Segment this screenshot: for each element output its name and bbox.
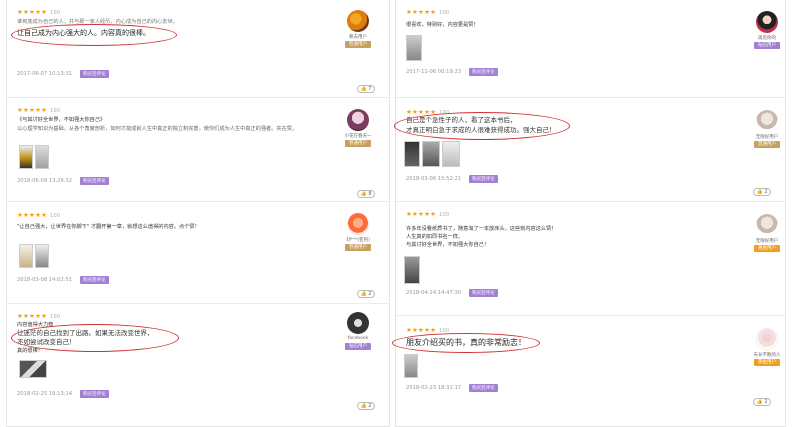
review-meta: 2017-11-06 00:19:23 购买后评论 bbox=[406, 68, 498, 76]
rating-stars: ★★★★★ 100 bbox=[406, 108, 450, 116]
review-photo[interactable] bbox=[19, 244, 33, 268]
rating-stars: ★★★★★ 100 bbox=[406, 210, 450, 218]
review-photo[interactable] bbox=[19, 360, 47, 378]
rating-stars: ★★★★★ 100 bbox=[17, 106, 61, 114]
review-photo[interactable] bbox=[35, 244, 49, 268]
review-text: 内容值得大力荐 bbox=[17, 322, 54, 328]
review-text-highlight: 让迷茫的自己找到了出路。如果无法改变世界， bbox=[17, 329, 154, 337]
like-button[interactable]: 👍 2 bbox=[753, 398, 771, 406]
like-button[interactable]: 👍 7 bbox=[357, 85, 375, 93]
like-button[interactable]: 👍 2 bbox=[357, 290, 375, 298]
avatar[interactable] bbox=[347, 213, 369, 235]
member-badge: 普通用户 bbox=[345, 41, 371, 48]
avatar[interactable] bbox=[347, 109, 369, 131]
review-item: ★★★★★ 100 《与其讨好全世界，不如强大你自己》 以心理学知识为基础，从各个… bbox=[7, 98, 389, 202]
like-button[interactable]: 👍 2 bbox=[357, 402, 375, 410]
review-meta: 2018-03-08 14:02:51 购买后评论 bbox=[17, 276, 109, 284]
avatar[interactable] bbox=[756, 11, 778, 33]
like-button[interactable]: 👍 2 bbox=[753, 188, 771, 196]
avatar[interactable] bbox=[756, 110, 778, 132]
member-badge: 普通用户 bbox=[345, 244, 371, 251]
review-text: "让自己强大，让世界在你脚下" 才翻开第一章，就想这么值得的内容。点个赞！ bbox=[17, 224, 200, 230]
review-meta: 2018-03-06 15:52:21 购买后评论 bbox=[406, 175, 498, 183]
review-item: ★★★★★ 100 很喜欢，特别好，内容更是赞！ 2017-11-06 00:19… bbox=[396, 0, 785, 98]
username[interactable]: 刘***(亚利) bbox=[336, 237, 380, 243]
review-text-highlight: 自己是个急性子的人，看了这本书后， bbox=[406, 116, 517, 124]
review-item: ★★★★★ 100 自己是个急性子的人，看了这本书后， 才真正明白急于求成的人很难… bbox=[394, 98, 785, 202]
review-item: ★★★★★ 100 许多年没看纸质书了，随意淘了一本放床头，这些刻内容这么赞！ 人… bbox=[396, 202, 785, 316]
review-text: 很喜欢，特别好，内容更是赞！ bbox=[406, 22, 479, 28]
rating-stars: ★★★★★ 100 bbox=[17, 312, 61, 320]
member-badge: 黄金用户 bbox=[754, 245, 780, 252]
review-item: ★★★★★ 100 谁到底成为自己的人，并与那一家人经历，内心成为自己的内心去世。… bbox=[7, 0, 389, 98]
rating-stars: ★★★★★ 100 bbox=[406, 8, 450, 16]
rating-stars: ★★★★★ 100 bbox=[17, 8, 61, 16]
review-meta: 2018-02-23 18:31:17 购买后评论 bbox=[406, 384, 498, 392]
avatar[interactable] bbox=[756, 214, 778, 236]
member-badge: 钻石用户 bbox=[754, 42, 780, 49]
review-text: 与其讨好全世界，不如强大你自己！ bbox=[406, 242, 490, 248]
username[interactable]: 天长不散的人 bbox=[745, 352, 789, 358]
review-text-highlight: 不如尝试改变自己！ bbox=[17, 338, 76, 346]
review-photo[interactable] bbox=[404, 141, 420, 167]
avatar[interactable] bbox=[347, 10, 369, 32]
review-photo[interactable] bbox=[406, 35, 422, 61]
rating-stars: ★★★★★ 100 bbox=[17, 211, 61, 219]
review-text-highlight: 让自己成为内心强大的人。内容真的很棒。 bbox=[17, 29, 150, 37]
review-photo[interactable] bbox=[19, 145, 33, 169]
review-photo[interactable] bbox=[404, 354, 418, 378]
review-text: 以心理学知识为基础，从各个角度剖析，如何才能成就人生中真正的独立和完善，使你们成… bbox=[17, 126, 298, 132]
review-column-left: ★★★★★ 100 谁到底成为自己的人，并与那一家人经历，内心成为自己的内心去世。… bbox=[6, 0, 390, 427]
review-item: ★★★★★ 100 朋友介绍买的书，真的非常励志！ 2018-02-23 18:3… bbox=[392, 316, 785, 416]
review-text-highlight: 才真正明白急于求成的人很难获得成功。强大自己！ bbox=[406, 126, 556, 134]
like-button[interactable]: 👍 8 bbox=[357, 190, 375, 198]
review-item: ★★★★★ 100 "让自己强大，让世界在你脚下" 才翻开第一章，就想这么值得的内… bbox=[7, 202, 389, 304]
review-text: 人生真的如同书名一样。 bbox=[406, 234, 464, 240]
rating-stars: ★★★★★ 100 bbox=[406, 326, 450, 334]
avatar[interactable] bbox=[347, 312, 369, 334]
username[interactable]: 无限好用户 bbox=[745, 134, 789, 140]
review-meta: 2018-06-09 13:26:32 购买后评论 bbox=[17, 177, 109, 185]
review-meta: 2018-04-14 14:47:30 购买后评论 bbox=[406, 289, 498, 297]
review-item: ★★★★★ 100 内容值得大力荐 让迷茫的自己找到了出路。如果无法改变世界， 不… bbox=[7, 304, 389, 414]
username[interactable]: 再见你的 bbox=[745, 35, 789, 41]
review-text: 许多年没看纸质书了，随意淘了一本放床头，这些刻内容这么赞！ bbox=[406, 226, 557, 232]
review-meta: 2018-02-25 19:13:14 购买后评论 bbox=[17, 390, 109, 398]
username[interactable]: facebook bbox=[336, 336, 380, 341]
review-column-right: ★★★★★ 100 很喜欢，特别好，内容更是赞！ 2017-11-06 00:19… bbox=[392, 0, 786, 427]
avatar[interactable] bbox=[756, 328, 778, 350]
member-badge: 普通用户 bbox=[345, 140, 371, 147]
member-badge: 普通用户 bbox=[754, 141, 780, 148]
review-meta: 2017-06-07 10:13:31 购买后评论 bbox=[17, 70, 109, 78]
review-photo[interactable] bbox=[404, 256, 420, 284]
review-text: 《与其讨好全世界，不如强大你自己》 bbox=[17, 117, 106, 123]
username[interactable]: 无限好用户 bbox=[745, 238, 789, 244]
username[interactable]: 要去用户 bbox=[336, 34, 380, 40]
review-photo[interactable] bbox=[35, 145, 49, 169]
member-badge: 黄金用户 bbox=[754, 359, 780, 366]
review-text-highlight: 朋友介绍买的书，真的非常励志！ bbox=[406, 338, 526, 347]
member-badge: 钻石用户 bbox=[345, 343, 371, 350]
review-text: 真的很棒！ bbox=[17, 348, 43, 354]
review-photo[interactable] bbox=[442, 141, 460, 167]
review-photo[interactable] bbox=[422, 141, 440, 167]
username[interactable]: 小花在春天一 bbox=[336, 133, 380, 139]
review-text: 谁到底成为自己的人，并与那一家人经历，内心成为自己的内心去世。 bbox=[17, 19, 178, 25]
